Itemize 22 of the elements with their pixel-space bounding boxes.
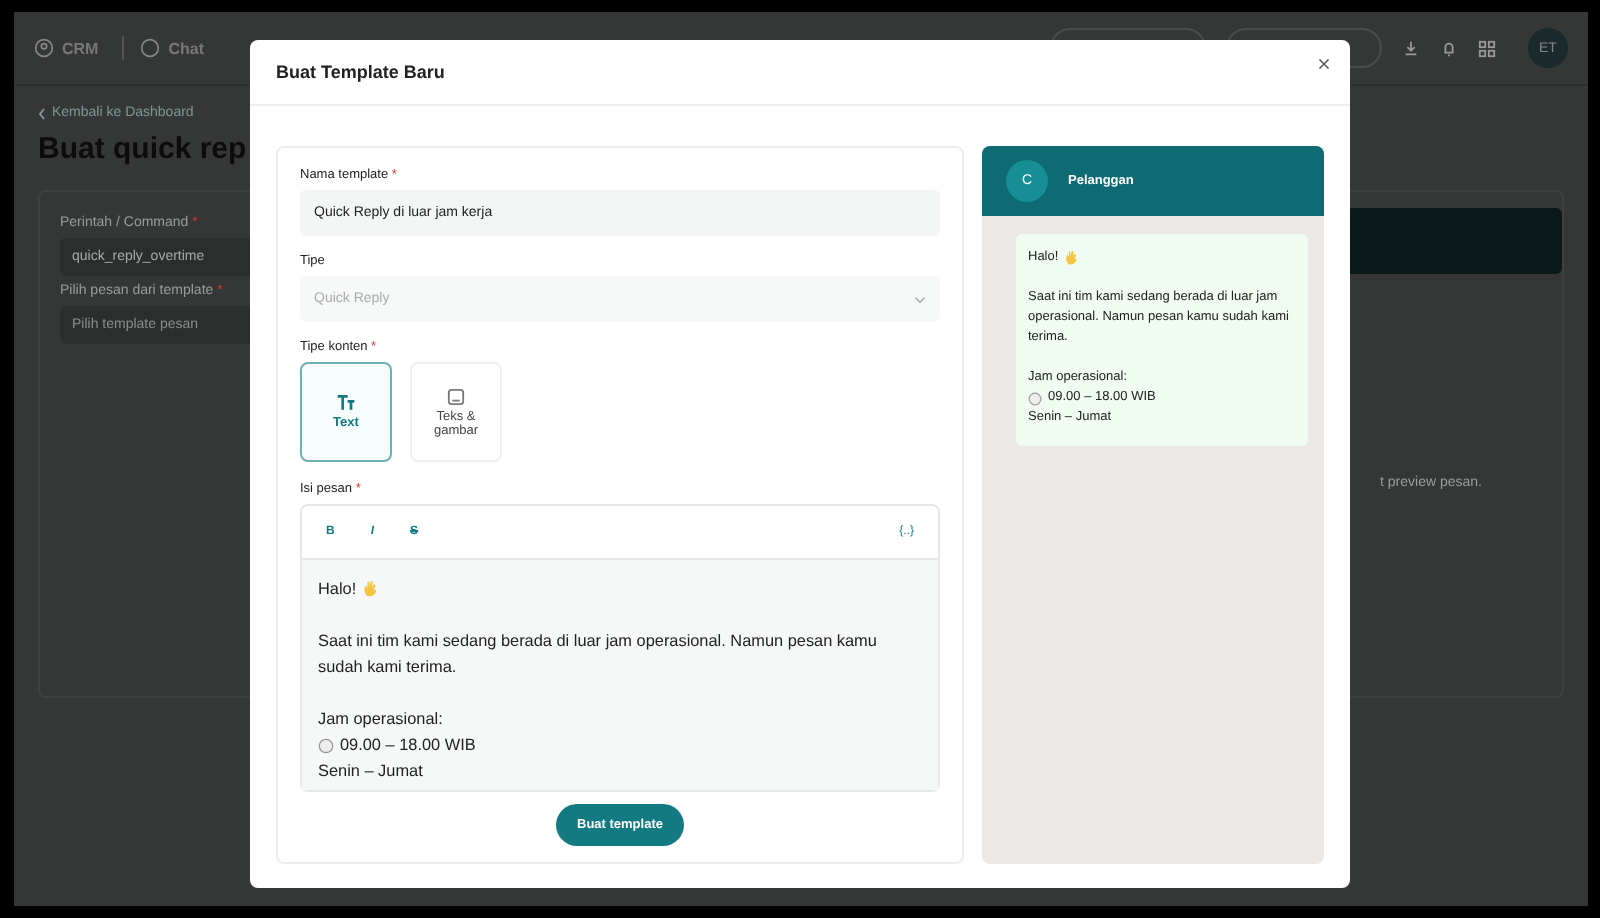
- chat-logo: Chat: [168, 39, 204, 57]
- image-icon: [446, 387, 466, 405]
- clock-icon: [1028, 391, 1042, 405]
- text-type-icon: [336, 394, 356, 412]
- message-text: Senin – Jumat: [318, 760, 423, 784]
- message-text: Jam operasional:: [318, 708, 443, 732]
- message-text: Saat ini tim kami sedang berada di luar jam operasional. Namun pesan kamu sudah kami terima.: [318, 630, 879, 680]
- logo-icon: [140, 38, 161, 58]
- clock-icon: [318, 737, 334, 753]
- modal-title: Buat Template Baru: [276, 62, 445, 82]
- waving-hand-icon: [362, 580, 381, 598]
- download-icon[interactable]: [1402, 39, 1420, 57]
- message-text: Halo!: [318, 578, 357, 602]
- chevron-left-icon[interactable]: [38, 107, 46, 119]
- crm-logo: CRM: [62, 39, 99, 57]
- grid-icon[interactable]: [1478, 39, 1496, 57]
- bell-icon[interactable]: [1440, 39, 1458, 57]
- waving-hand-icon: [1064, 250, 1081, 266]
- message-text: 09.00 – 18.00 WIB: [340, 734, 476, 758]
- close-icon[interactable]: [1318, 58, 1330, 70]
- chevron-down-icon: [914, 295, 926, 303]
- logo-icon: [34, 38, 54, 58]
